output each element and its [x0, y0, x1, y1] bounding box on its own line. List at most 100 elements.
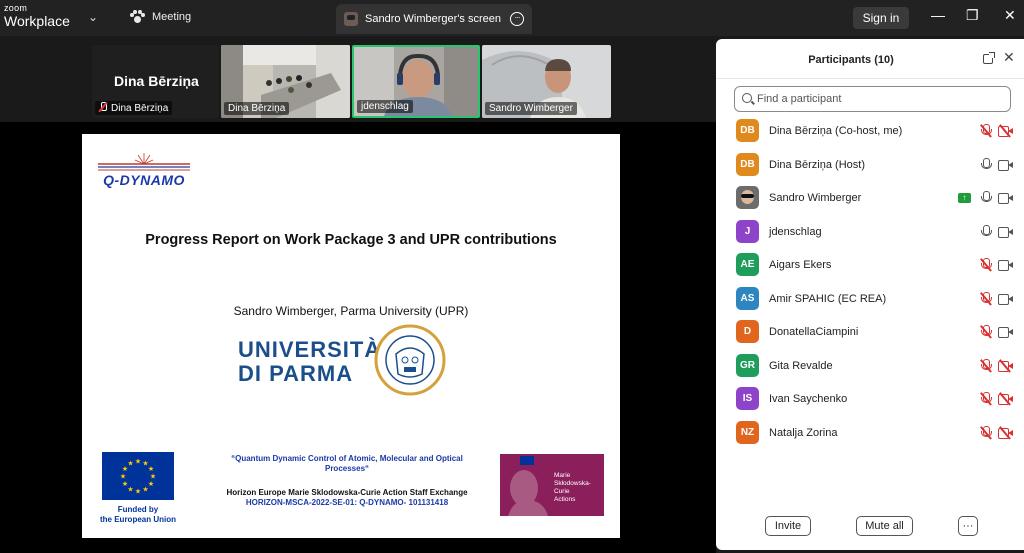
camera-icon[interactable]	[998, 327, 1013, 338]
eu-funding-caption: Funded by the European Union	[88, 505, 188, 525]
university-line-2: DI PARMA	[238, 361, 354, 386]
camera-icon[interactable]	[998, 293, 1013, 305]
participant-row[interactable]: Jjdenschlag	[716, 216, 1024, 250]
mic-muted-icon[interactable]	[980, 425, 992, 440]
avatar	[344, 12, 358, 26]
tile-name-label: jdenschlag	[357, 100, 413, 113]
camera-off-icon[interactable]	[998, 358, 1013, 373]
participant-name: jdenschlag	[769, 225, 822, 238]
camera-icon[interactable]	[998, 226, 1013, 238]
search-input[interactable]	[757, 90, 1002, 108]
horizon-statement: Horizon Europe Marie Sklodowska-Curie Ac…	[208, 488, 486, 508]
camera-icon[interactable]	[998, 193, 1013, 204]
participant-search[interactable]	[734, 86, 1011, 112]
participant-row[interactable]: AE Aigars Ekers	[716, 249, 1024, 283]
mic-muted-icon[interactable]	[980, 325, 992, 339]
meeting-button[interactable]: Meeting	[130, 10, 191, 24]
avatar: AS	[736, 286, 759, 310]
sign-in-button[interactable]: Sign in	[853, 7, 909, 29]
q-dynamo-logo-text: Q-DYNAMO	[103, 172, 185, 188]
restore-icon[interactable]: ❐	[966, 8, 979, 22]
mic-icon[interactable]	[980, 224, 992, 239]
tile-name-label: Sandro Wimberger	[485, 102, 577, 115]
participant-name: Ivan Saychenko	[769, 393, 848, 405]
participant-list: DB Dina Bērziņa (Co-host, me) DB Dina Bērzi…	[716, 115, 1024, 450]
chevron-down-icon[interactable]: ⌄	[88, 10, 98, 24]
mic-muted-icon[interactable]	[980, 291, 992, 306]
q-dynamo-logo: Q-DYNAMO	[96, 152, 192, 188]
minimize-icon[interactable]: —	[931, 8, 945, 22]
msca-logo: Marie Skłodowska-Curie Actions	[500, 454, 604, 516]
participant-row[interactable]: GR Gita Revalde	[716, 350, 1024, 384]
participants-panel: Participants (10) ✕ DB Dina Bērziņa (Co-h…	[716, 39, 1024, 550]
participant-row[interactable]: D DonatellaCiampini	[716, 316, 1024, 350]
camera-icon[interactable]	[998, 159, 1013, 171]
eu-star-icon: ★	[142, 485, 148, 493]
participant-name: Dina Bērziņa (Co-host, me)	[769, 125, 903, 137]
avatar: AE	[736, 253, 759, 276]
meeting-label: Meeting	[152, 11, 192, 23]
more-options-icon[interactable]: ···	[510, 12, 524, 26]
search-icon	[742, 93, 752, 103]
shared-screen[interactable]: Q-DYNAMO Progress Report on Work Package…	[0, 122, 716, 553]
participant-name: Dina Bērziņa (Host)	[769, 158, 865, 171]
mic-icon[interactable]	[980, 157, 992, 172]
mic-muted-icon[interactable]	[980, 358, 992, 373]
participant-row[interactable]: DB Dina Bērziņa (Co-host, me)	[716, 115, 1024, 149]
camera-off-icon[interactable]	[998, 392, 1013, 406]
participant-name: Gita Revalde	[769, 359, 833, 372]
slide-author: Sandro Wimberger, Parma University (UPR)	[233, 304, 469, 318]
participant-row[interactable]: NZ Natalja Zorina	[716, 417, 1024, 451]
mic-muted-icon[interactable]	[980, 258, 992, 272]
title-bar: zoom Workplace ⌄ Meeting Sandro Wimberge…	[0, 0, 1024, 36]
camera-off-icon[interactable]	[998, 124, 1013, 138]
video-tile-dina-room[interactable]: Dina Bērziņa	[221, 45, 350, 118]
avatar: J	[736, 219, 759, 243]
mic-muted-icon[interactable]	[980, 392, 992, 406]
avatar	[736, 186, 759, 209]
mic-muted-icon[interactable]	[980, 124, 992, 138]
eu-star-icon: ★	[120, 473, 126, 481]
participant-row[interactable]: IS Ivan Saychenko	[716, 383, 1024, 417]
mic-muted-icon	[99, 102, 107, 112]
participant-row[interactable]: DB Dina Bērziņa (Host)	[716, 149, 1024, 183]
horizon-line-1: Horizon Europe Marie Sklodowska-Curie Ac…	[226, 488, 468, 497]
participant-row[interactable]: AS Amir SPAHIC (EC REA)	[716, 283, 1024, 317]
video-tile-dina-self[interactable]: Dina Bērziņa Dina Bērziņa	[92, 45, 219, 118]
avatar: DB	[736, 152, 759, 176]
participant-row[interactable]: Sandro Wimberger ↑	[716, 182, 1024, 216]
mic-icon[interactable]	[980, 191, 992, 205]
eu-star-icon: ★	[127, 460, 133, 468]
mute-all-button[interactable]: Mute all	[856, 516, 913, 536]
more-button[interactable]: ···	[958, 516, 978, 536]
panel-footer: Invite Mute all ···	[716, 515, 1024, 545]
zoom-window: zoom Workplace ⌄ Meeting Sandro Wimberge…	[0, 0, 1024, 553]
video-tile-jdenschlag[interactable]: jdenschlag	[352, 45, 480, 118]
app-brand[interactable]: zoom Workplace	[4, 3, 70, 29]
camera-icon[interactable]	[998, 260, 1013, 271]
tile-name-label: Dina Bērziņa	[224, 102, 290, 115]
project-title-quote: “Quantum Dynamic Control of Atomic, Mole…	[231, 454, 463, 473]
camera-off-icon[interactable]	[998, 425, 1013, 440]
tile-name-label: Dina Bērziņa	[95, 101, 173, 115]
eu-star-icon: ★	[135, 458, 141, 466]
close-panel-icon[interactable]: ✕	[1003, 50, 1015, 64]
screen-share-icon: ↑	[958, 193, 971, 203]
msca-line-2: Skłodowska-Curie	[554, 480, 591, 495]
horizon-line-2: HORIZON-MSCA-2022-SE-01: Q-DYNAMO- 10113…	[245, 498, 449, 507]
participant-name: Aigars Ekers	[769, 259, 832, 271]
slide-title: Progress Report on Work Package 3 and UP…	[145, 232, 557, 248]
funded-line-1: Funded by	[117, 505, 159, 514]
participant-name: Sandro Wimberger	[769, 192, 862, 204]
eu-star-icon: ★	[135, 488, 141, 496]
msca-line-3: Actions	[554, 496, 576, 503]
presentation-slide: Q-DYNAMO Progress Report on Work Package…	[82, 134, 620, 538]
video-tile-sandro[interactable]: Sandro Wimberger	[482, 45, 611, 118]
invite-button[interactable]: Invite	[765, 516, 811, 536]
eu-star-icon: ★	[127, 485, 133, 493]
pop-out-icon[interactable]	[983, 52, 995, 64]
close-icon[interactable]: ✕	[1004, 8, 1016, 22]
brand-small: zoom	[4, 3, 28, 13]
screen-share-tab[interactable]: Sandro Wimberger's screen ···	[336, 4, 532, 34]
eu-flag-icon: ★★★★★★★★★ ★ ★★	[102, 452, 174, 500]
